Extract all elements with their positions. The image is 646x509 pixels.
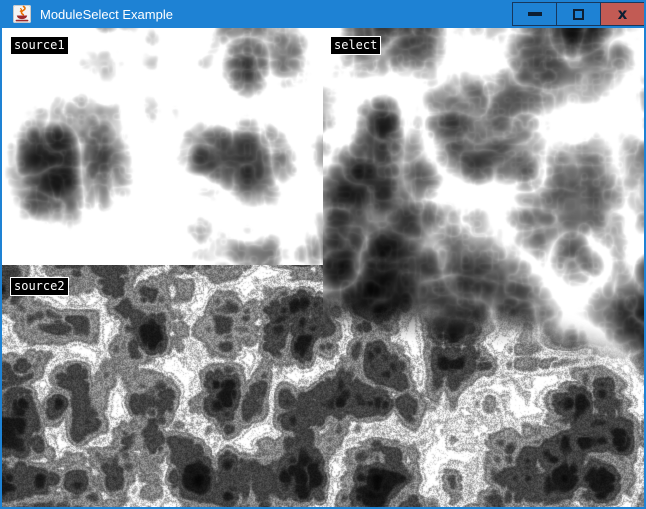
maximize-icon [573,9,584,20]
close-icon: x [618,7,628,22]
window-controls: x [513,2,645,26]
close-button[interactable]: x [600,2,645,26]
select-label: select [330,36,381,55]
source2-label: source2 [10,277,69,296]
source1-label: source1 [10,36,69,55]
minimize-icon [528,12,542,16]
java-coffee-cup-icon [13,5,31,23]
source1-noise-view [2,28,323,265]
maximize-button[interactable] [556,2,601,26]
source2-noise-view [2,265,323,507]
render-client-area: source1 select source2 [2,28,644,507]
application-window: ModuleSelect Example x source1 select so… [0,0,646,509]
window-title: ModuleSelect Example [40,2,173,28]
minimize-button[interactable] [512,2,557,26]
titlebar[interactable]: ModuleSelect Example x [2,2,644,28]
